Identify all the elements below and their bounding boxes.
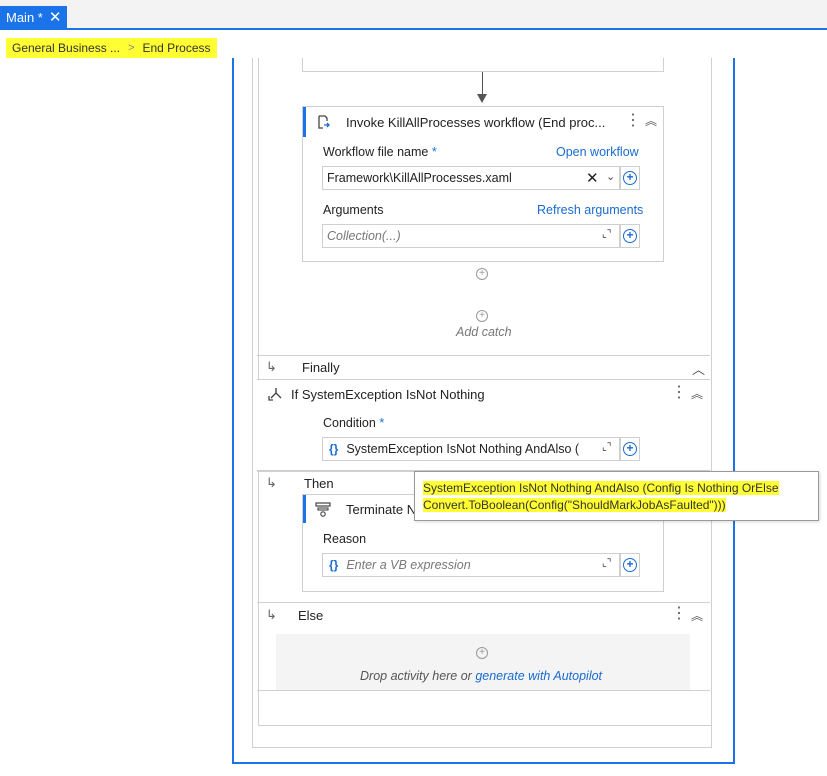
arguments-label: Arguments <box>323 203 384 217</box>
more-options-icon[interactable]: ⋮ <box>625 113 641 129</box>
add-activity-button[interactable]: + <box>476 268 488 280</box>
reason-label: Reason <box>323 532 367 546</box>
finally-label: Finally <box>302 359 340 375</box>
breadcrumb-item-end-process[interactable]: End Process <box>143 41 211 55</box>
plus-circle-icon: + <box>623 171 637 185</box>
plus-circle-icon: + <box>623 229 637 243</box>
refresh-arguments-link[interactable]: Refresh arguments <box>537 203 643 217</box>
expression-braces-icon: {} <box>329 442 339 456</box>
if-activity-title: If SystemException IsNot Nothing <box>291 386 485 402</box>
branch-arrow-icon: ↳ <box>266 359 277 374</box>
branch-arrow-icon: ↳ <box>266 607 277 622</box>
add-workflow-button[interactable]: + <box>620 166 640 190</box>
divider <box>257 602 710 603</box>
reason-placeholder: Enter a VB expression <box>346 558 471 572</box>
chevron-down-icon[interactable]: ⌄ <box>606 170 615 183</box>
collapse-icon[interactable]: ︽ <box>691 388 703 400</box>
workflow-file-label: Workflow file name * <box>323 145 437 159</box>
if-activity-header[interactable]: If SystemException IsNot Nothing <box>257 380 710 408</box>
expand-editor-icon[interactable]: ⌞⌝ <box>602 229 611 240</box>
else-label: Else <box>298 607 324 623</box>
close-icon[interactable]: ✕ <box>49 6 62 30</box>
open-workflow-link[interactable]: Open workflow <box>556 145 639 159</box>
arrow-down-icon <box>477 94 487 103</box>
divider <box>257 690 710 691</box>
expression-tooltip: SystemException IsNot Nothing AndAlso (C… <box>414 471 819 521</box>
add-condition-button[interactable]: + <box>620 437 640 461</box>
tab-label: Main * <box>6 10 43 25</box>
invoke-activity-title: Invoke KillAllProcesses workflow (End pr… <box>346 114 606 130</box>
generate-with-autopilot-link[interactable]: generate with Autopilot <box>475 669 602 683</box>
drop-zone-text: Drop activity here or generate with Auto… <box>360 669 603 683</box>
chevron-right-icon: > <box>128 42 135 54</box>
terminate-activity-title: Terminate N <box>346 501 417 517</box>
finally-header[interactable]: ↳ Finally <box>266 355 340 379</box>
add-argument-button[interactable]: + <box>620 224 640 248</box>
more-options-icon[interactable]: ⋮ <box>671 606 687 622</box>
selection-accent <box>303 495 306 523</box>
plus-circle-icon: + <box>623 442 637 456</box>
plus-circle-icon: + <box>476 310 488 322</box>
expand-editor-icon[interactable]: ⌞⌝ <box>602 442 611 453</box>
connector-line <box>482 72 483 96</box>
tooltip-line-1: SystemException IsNot Nothing AndAlso (C… <box>423 481 779 495</box>
condition-input[interactable]: {} SystemException IsNot Nothing AndAlso … <box>322 437 620 461</box>
plus-circle-icon: + <box>476 268 488 280</box>
plus-circle-icon: + <box>623 558 637 572</box>
else-header[interactable]: ↳ Else <box>266 603 323 627</box>
invoke-activity-header[interactable]: Invoke KillAllProcesses workflow (End pr… <box>303 107 663 137</box>
arguments-input[interactable]: Collection(...) <box>322 224 620 248</box>
add-activity-button[interactable]: + <box>476 647 488 659</box>
branch-arrow-icon: ↳ <box>266 475 277 490</box>
collapse-icon[interactable]: ︽ <box>645 115 657 127</box>
plus-circle-icon: + <box>476 647 488 659</box>
add-reason-button[interactable]: + <box>620 553 640 577</box>
reason-input[interactable]: {} Enter a VB expression <box>322 553 620 577</box>
clear-icon[interactable]: ✕ <box>586 169 599 187</box>
then-label: Then <box>304 475 334 491</box>
add-catch-icon[interactable]: + <box>476 310 488 322</box>
previous-activity-bottom <box>302 58 664 72</box>
workflow-file-value: Framework\KillAllProcesses.xaml <box>327 171 512 185</box>
arguments-placeholder: Collection(...) <box>327 229 401 243</box>
workflow-file-input[interactable]: Framework\KillAllProcesses.xaml <box>322 166 620 190</box>
if-branch-icon <box>267 385 285 403</box>
condition-value: SystemException IsNot Nothing AndAlso ( <box>346 442 580 456</box>
breadcrumb-item-general-business[interactable]: General Business ... <box>12 41 120 55</box>
invoke-workflow-icon <box>314 113 332 131</box>
chevron-up-icon[interactable]: ︿ <box>692 359 705 378</box>
then-header[interactable]: ↳ Then <box>266 471 334 495</box>
condition-label: Condition * <box>323 416 385 430</box>
add-catch-label[interactable]: Add catch <box>456 325 512 339</box>
tooltip-line-2: Convert.ToBoolean(Config("ShouldMarkJobA… <box>423 498 726 512</box>
expand-editor-icon[interactable]: ⌞⌝ <box>602 558 611 569</box>
expression-braces-icon: {} <box>329 558 339 572</box>
collapse-icon[interactable]: ︽ <box>691 610 703 622</box>
terminate-icon <box>314 500 332 518</box>
tab-main[interactable]: Main * ✕ <box>0 6 68 30</box>
selection-accent <box>303 107 306 137</box>
more-options-icon[interactable]: ⋮ <box>671 385 687 401</box>
document-tab-bar: Main * ✕ <box>0 0 827 30</box>
breadcrumb: General Business ... > End Process <box>6 38 217 58</box>
